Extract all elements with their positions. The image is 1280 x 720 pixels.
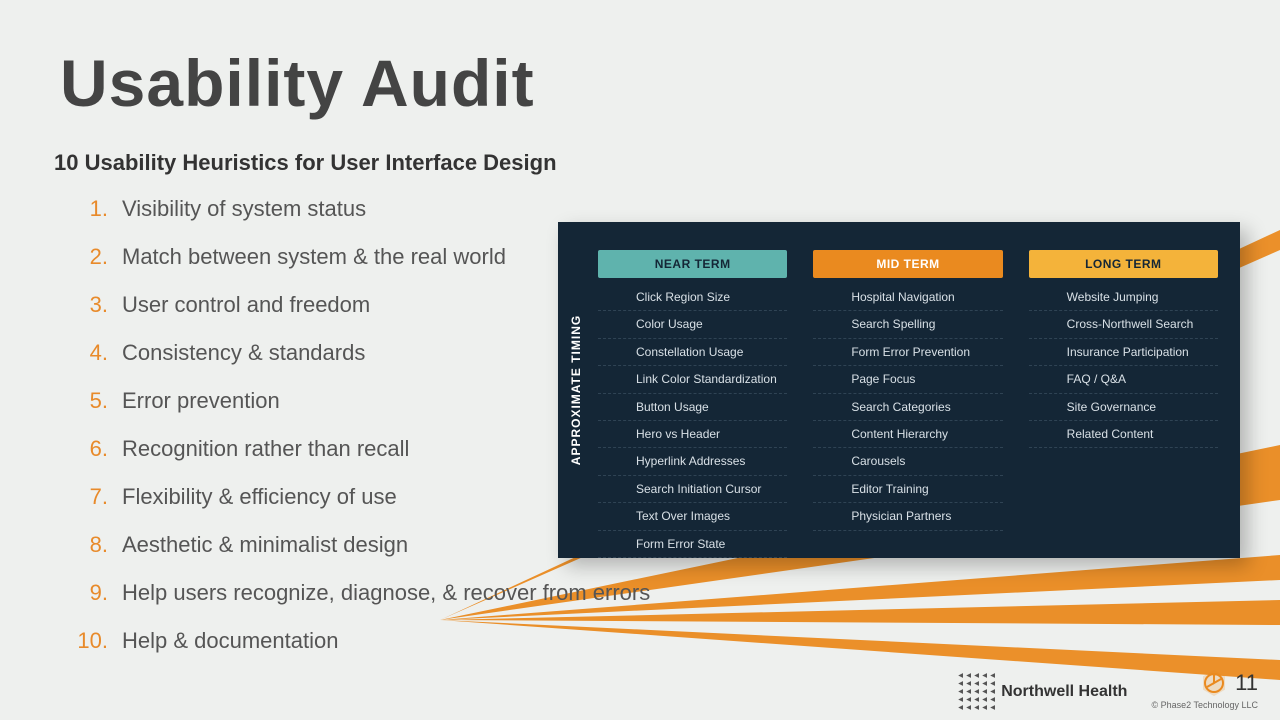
column-item: Website Jumping xyxy=(1029,284,1218,311)
list-text: Consistency & standards xyxy=(122,340,365,366)
list-item: 10. Help & documentation xyxy=(70,628,670,654)
column-header: LONG TERM xyxy=(1029,250,1218,278)
list-number: 4. xyxy=(70,340,108,366)
list-item: 9. Help users recognize, diagnose, & reco… xyxy=(70,580,670,606)
column-item: Editor Training xyxy=(813,476,1002,503)
board-column: LONG TERM Website JumpingCross-Northwell … xyxy=(1029,250,1218,540)
slide-footer: Northwell Health 11 © Phase2 Technology … xyxy=(958,668,1258,710)
column-items: Website JumpingCross-Northwell SearchIns… xyxy=(1029,284,1218,448)
column-item: Page Focus xyxy=(813,366,1002,393)
column-item: Color Usage xyxy=(598,311,787,338)
list-text: Match between system & the real world xyxy=(122,244,506,270)
list-text: Aesthetic & minimalist design xyxy=(122,532,408,558)
list-text: Visibility of system status xyxy=(122,196,366,222)
column-item: Hospital Navigation xyxy=(813,284,1002,311)
list-number: 9. xyxy=(70,580,108,606)
column-item: FAQ / Q&A xyxy=(1029,366,1218,393)
column-item: Cross-Northwell Search xyxy=(1029,311,1218,338)
column-item: Search Categories xyxy=(813,394,1002,421)
list-number: 3. xyxy=(70,292,108,318)
column-item: Constellation Usage xyxy=(598,339,787,366)
list-number: 8. xyxy=(70,532,108,558)
northwell-text: Northwell Health xyxy=(1001,683,1127,701)
page-marker: 11 © Phase2 Technology LLC xyxy=(1151,668,1258,710)
column-item: Search Spelling xyxy=(813,311,1002,338)
list-text: User control and freedom xyxy=(122,292,370,318)
list-item: 1. Visibility of system status xyxy=(70,196,670,222)
board-side-label: APPROXIMATE TIMING xyxy=(558,222,594,558)
list-number: 7. xyxy=(70,484,108,510)
column-header: MID TERM xyxy=(813,250,1002,278)
column-item: Content Hierarchy xyxy=(813,421,1002,448)
list-text: Error prevention xyxy=(122,388,280,414)
list-text: Recognition rather than recall xyxy=(122,436,409,462)
list-text: Flexibility & efficiency of use xyxy=(122,484,397,510)
northwell-logo: Northwell Health xyxy=(958,673,1127,710)
list-number: 1. xyxy=(70,196,108,222)
copyright: © Phase2 Technology LLC xyxy=(1151,700,1258,710)
column-item: Site Governance xyxy=(1029,394,1218,421)
column-item: Link Color Standardization xyxy=(598,366,787,393)
list-text: Help & documentation xyxy=(122,628,338,654)
list-text: Help users recognize, diagnose, & recove… xyxy=(122,580,650,606)
slide-subtitle: 10 Usability Heuristics for User Interfa… xyxy=(54,150,557,176)
board-column: MID TERM Hospital NavigationSearch Spelli… xyxy=(813,250,1002,540)
column-item: Form Error State xyxy=(598,531,787,558)
column-items: Hospital NavigationSearch SpellingForm E… xyxy=(813,284,1002,531)
column-item: Search Initiation Cursor xyxy=(598,476,787,503)
column-item: Hyperlink Addresses xyxy=(598,448,787,475)
list-number: 5. xyxy=(70,388,108,414)
column-item: Related Content xyxy=(1029,421,1218,448)
list-number: 10. xyxy=(70,628,108,654)
column-item: Insurance Participation xyxy=(1029,339,1218,366)
column-item: Carousels xyxy=(813,448,1002,475)
column-item: Hero vs Header xyxy=(598,421,787,448)
column-item: Text Over Images xyxy=(598,503,787,530)
northwell-dots-icon xyxy=(958,673,995,710)
column-item: Button Usage xyxy=(598,394,787,421)
slide-title: Usability Audit xyxy=(60,45,535,121)
page-number: 11 xyxy=(1235,670,1258,696)
board-columns: NEAR TERMClick Region SizeColor UsageCon… xyxy=(594,222,1240,558)
board-column: NEAR TERM Click Region SizeColor UsageCon… xyxy=(598,250,787,540)
column-items: Click Region SizeColor UsageConstellatio… xyxy=(598,284,787,558)
column-header: NEAR TERM xyxy=(598,250,787,278)
phase2-icon xyxy=(1199,668,1229,698)
board-side-label-text: APPROXIMATE TIMING xyxy=(569,315,583,465)
list-number: 6. xyxy=(70,436,108,462)
column-item: Physician Partners xyxy=(813,503,1002,530)
list-number: 2. xyxy=(70,244,108,270)
timing-board: APPROXIMATE TIMING NEAR TERM Click Region… xyxy=(558,222,1240,558)
column-item: Form Error Prevention xyxy=(813,339,1002,366)
column-item: Click Region Size xyxy=(598,284,787,311)
